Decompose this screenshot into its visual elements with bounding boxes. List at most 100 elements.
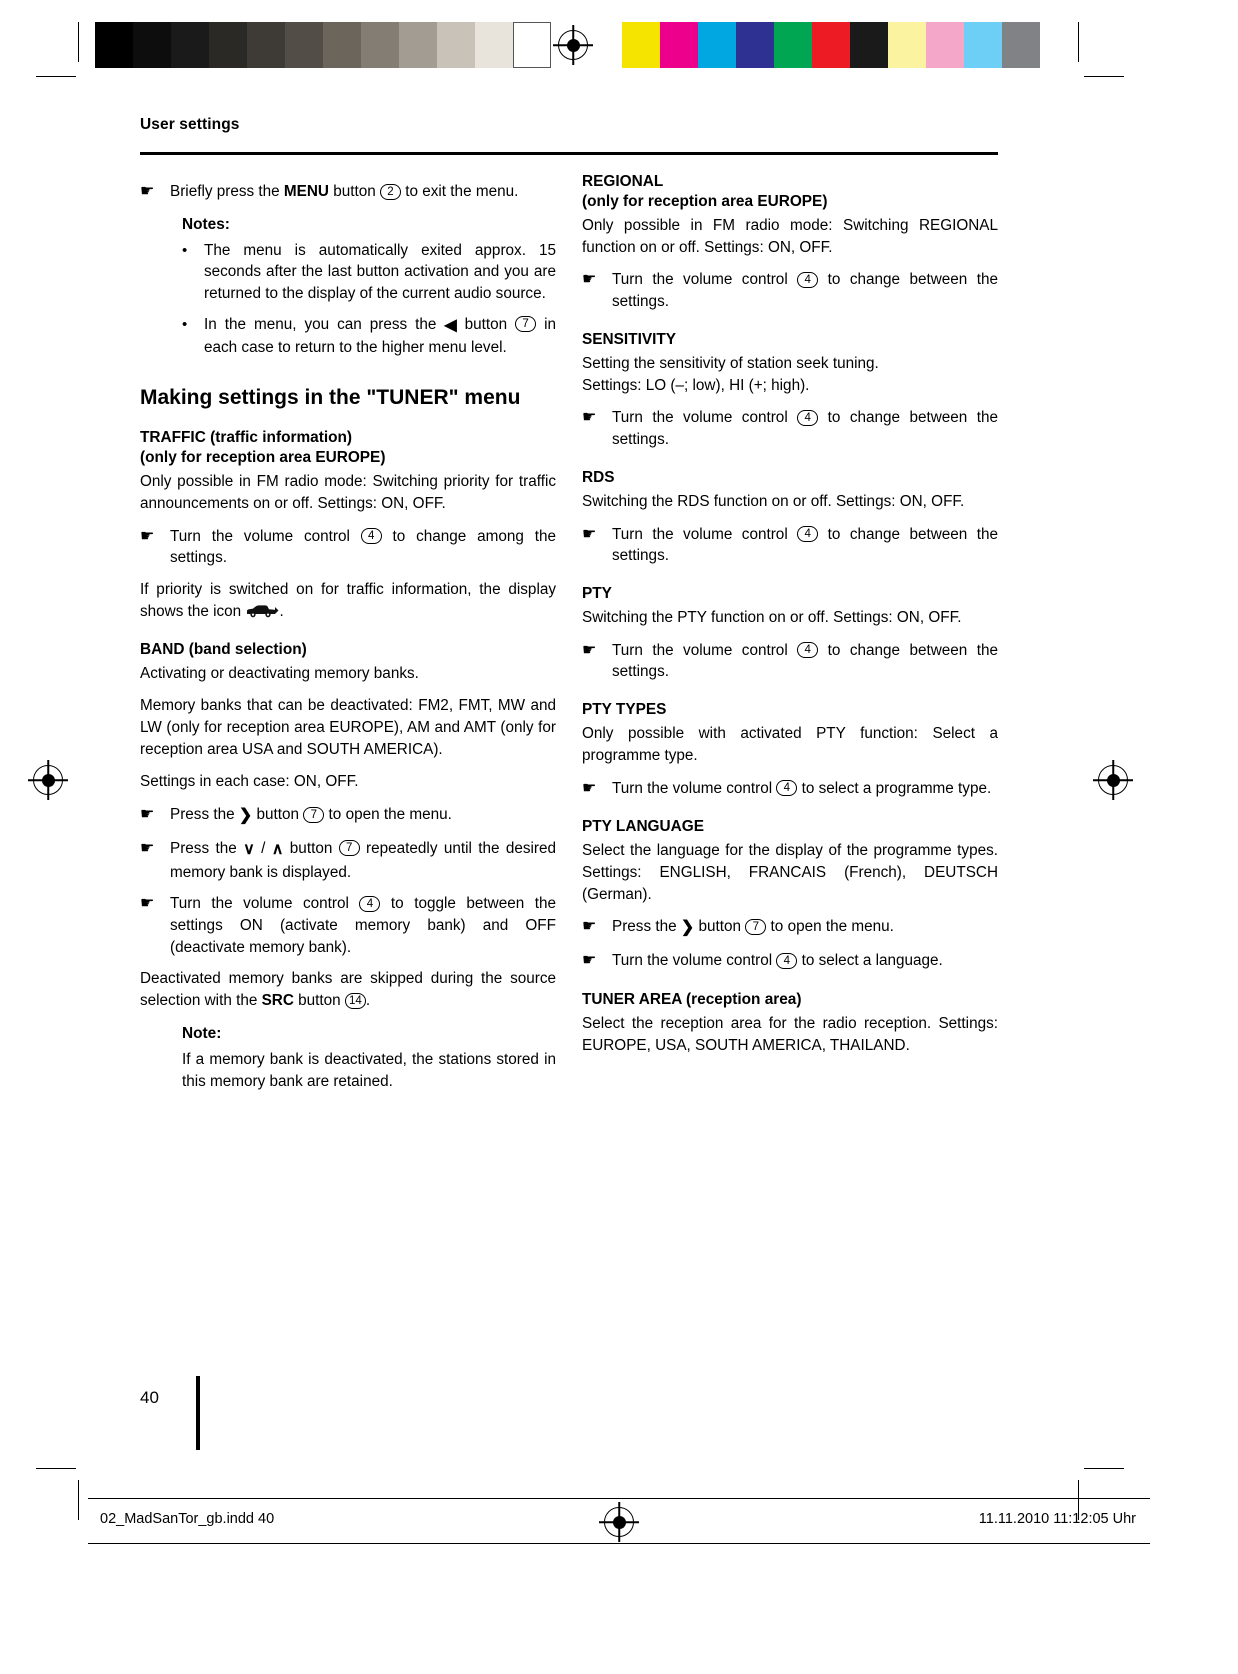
step-text-mid: button	[328, 183, 380, 200]
heading-traffic-line1: TRAFFIC (traffic information)	[140, 429, 353, 447]
left-arrow-icon: ◀	[444, 316, 457, 334]
header-rule	[140, 152, 998, 155]
heading-traffic: TRAFFIC (traffic information) (only for …	[140, 428, 556, 468]
src-button-label: SRC	[261, 992, 294, 1010]
pointing-hand-icon: ☛	[140, 839, 155, 857]
callout-4: 4	[776, 780, 798, 797]
folio-rule	[196, 1376, 200, 1450]
traffic-note: If priority is switched on for traffic i…	[140, 579, 556, 622]
up-arrow-icon: ∧	[271, 840, 284, 858]
step-text-before: Turn the volume control	[612, 409, 798, 427]
pointing-hand-icon: ☛	[140, 806, 155, 824]
registration-target-icon-top	[558, 30, 588, 60]
step-pty-language-open-menu: ☛ Press the ❯ button 7 to open the menu.	[582, 916, 998, 940]
step-text-before: Briefly press the	[170, 183, 284, 200]
step-band-toggle: ☛ Turn the volume control 4 to toggle be…	[140, 893, 556, 958]
step-text-before: Turn the volume control	[170, 895, 360, 913]
callout-7: 7	[303, 806, 325, 823]
bullet-dot-icon: •	[182, 241, 188, 259]
step-text-before: Turn the volume control	[612, 271, 798, 289]
down-arrow-icon: ∨	[243, 840, 255, 858]
step-band-open-menu: ☛ Press the ❯ button 7 to open the menu.	[140, 804, 556, 828]
pointing-hand-icon: ☛	[140, 183, 155, 200]
rds-body: Switching the RDS function on or off. Se…	[582, 492, 965, 510]
pty-types-body: Only possible with activated PTY functio…	[582, 725, 998, 764]
footer-timestamp: 11.11.2010 11:12:05 Uhr	[978, 1511, 1136, 1527]
right-column: REGIONAL (only for reception area EUROPE…	[582, 172, 998, 1067]
band-note-block: Note: If a memory bank is deactivated, t…	[182, 1023, 556, 1092]
notes-title: Notes:	[182, 215, 230, 233]
step-sensitivity-turn: ☛ Turn the volume control 4 to change be…	[582, 407, 998, 450]
heading-regional-line2: (only for reception area EUROPE)	[582, 193, 828, 211]
callout-2: 2	[380, 183, 401, 200]
callout-7: 7	[745, 918, 767, 935]
step-text-mid: button	[694, 918, 746, 936]
step-text-before: Turn the volume control	[170, 527, 361, 545]
pointing-hand-icon: ☛	[582, 779, 597, 797]
color-colorbar	[622, 22, 1040, 68]
callout-4: 4	[797, 526, 819, 543]
right-arrow-icon: ❯	[238, 807, 253, 825]
step-regional-turn: ☛ Turn the volume control 4 to change be…	[582, 269, 998, 312]
callout-7: 7	[515, 316, 537, 333]
callout-4: 4	[359, 895, 381, 912]
tuner-area-body: Select the reception area for the radio …	[582, 1014, 998, 1054]
regional-body: Only possible in FM radio mode: Switchin…	[582, 217, 998, 256]
heading-pty: PTY	[582, 584, 612, 602]
pointing-hand-icon: ☛	[582, 271, 597, 289]
traffic-car-icon	[245, 604, 279, 618]
band-body-2: Memory banks that can be deactivated: FM…	[140, 697, 556, 758]
sensitivity-body-line2: Settings: LO (–; low), HI (+; high).	[582, 376, 810, 394]
band-body-4: Deactivated memory banks are skipped dur…	[140, 968, 556, 1011]
page-number: 40	[140, 1388, 159, 1407]
heading-sensitivity: SENSITIVITY	[582, 330, 677, 348]
step-text-mid: button	[283, 839, 339, 857]
step-text-mid: button	[252, 806, 304, 824]
pointing-hand-icon: ☛	[140, 527, 155, 545]
step-pty-language-select: ☛ Turn the volume control 4 to select a …	[582, 950, 998, 973]
step-text-before: Turn the volume control	[612, 952, 777, 970]
band-body-4-after: .	[365, 992, 371, 1010]
glyph-separator: /	[254, 839, 272, 857]
registration-target-icon-left	[33, 765, 63, 795]
footer-file-name: 02_MadSanTor_gb.indd 40	[100, 1511, 275, 1527]
step-text-after: to select a programme type.	[797, 779, 992, 797]
step-rds-turn: ☛ Turn the volume control 4 to change be…	[582, 524, 998, 567]
traffic-note-text-after: .	[279, 602, 284, 620]
callout-7: 7	[338, 840, 360, 857]
pointing-hand-icon: ☛	[582, 952, 597, 970]
bullet-dot-icon: •	[182, 315, 188, 333]
callout-4: 4	[797, 409, 819, 426]
heading-pty-types: PTY TYPES	[582, 701, 667, 719]
heading-pty-language: PTY LANGUAGE	[582, 818, 704, 836]
heading-band: BAND (band selection)	[140, 640, 307, 658]
heading-regional: REGIONAL (only for reception area EUROPE…	[582, 172, 998, 212]
step-pty-types-turn: ☛ Turn the volume control 4 to select a …	[582, 778, 998, 801]
step-text-before: Turn the volume control	[612, 641, 798, 659]
heading-regional-line1: REGIONAL	[582, 173, 664, 190]
step-text-after: to open the menu.	[324, 806, 452, 824]
step-text-before: Press the	[612, 918, 681, 936]
notes-block: Notes: • The menu is automatically exite…	[182, 214, 556, 359]
step-exit-menu: ☛ Briefly press the MENU button 2 to exi…	[140, 181, 556, 204]
registration-target-icon-right	[1098, 765, 1128, 795]
callout-4: 4	[776, 952, 798, 969]
step-text-before: Turn the volume control	[612, 779, 777, 797]
note-item: • The menu is automatically exited appro…	[182, 240, 556, 305]
band-body-1: Activating or deactivating memory banks.	[140, 664, 419, 682]
sensitivity-body: Setting the sensitivity of station seek …	[582, 353, 998, 396]
step-text-before: Press the	[170, 806, 239, 824]
heading-rds: RDS	[582, 468, 615, 486]
registration-target-icon-footer	[604, 1507, 634, 1537]
pty-body: Switching the PTY function on or off. Se…	[582, 608, 962, 626]
step-text-after: to exit the menu.	[401, 183, 519, 200]
step-text-before: Press the	[170, 839, 244, 857]
pty-language-body: Select the language for the display of t…	[582, 842, 998, 903]
note-text-before: In the menu, you can press the	[204, 315, 445, 333]
note-text: If a memory bank is deactivated, the sta…	[182, 1050, 556, 1090]
band-body-4-mid: button	[293, 992, 345, 1010]
step-text-after: to open the menu.	[766, 918, 894, 936]
pointing-hand-icon: ☛	[140, 895, 155, 913]
pointing-hand-icon: ☛	[582, 641, 597, 659]
note-text: The menu is automatically exited approx.…	[204, 241, 556, 303]
